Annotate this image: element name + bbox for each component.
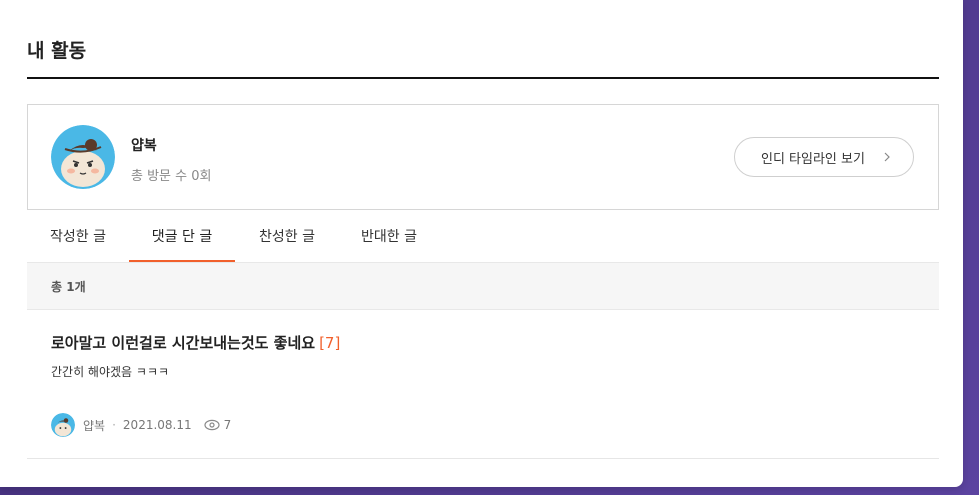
post-title-text: 로아말고 이런걸로 시간보내는것도 좋네요	[51, 334, 316, 352]
page-title: 내 활동	[27, 40, 87, 62]
meta-separator: ·	[112, 418, 116, 432]
post-date: 2021.08.11	[122, 418, 192, 432]
view-timeline-button[interactable]: 인디 타임라인 보기	[734, 137, 914, 177]
visit-count: 총 방문 수 0회	[131, 169, 212, 184]
post-meta: 얍복 · 2021.08.11 7	[51, 413, 231, 437]
total-count: 총 1개	[51, 280, 86, 294]
post-title[interactable]: 로아말고 이런걸로 시간보내는것도 좋네요 [7]	[51, 332, 340, 353]
tab-commented-posts[interactable]: 댓글 단 글	[129, 212, 235, 262]
activity-panel: 내 활동 얍복 총 방문 수 0회 인디 타임라인 보기 작성한 글 댓글 단 …	[0, 0, 963, 487]
tab-written-posts[interactable]: 작성한 글	[27, 212, 129, 262]
chevron-right-icon	[884, 152, 890, 162]
profile-card: 얍복 총 방문 수 0회 인디 타임라인 보기	[27, 104, 939, 210]
post-author: 얍복	[83, 418, 106, 433]
profile-nickname: 얍복	[131, 138, 157, 154]
author-avatar	[51, 413, 75, 437]
list-item[interactable]: 로아말고 이런걸로 시간보내는것도 좋네요 [7] 간간히 해야겠음 ㅋㅋㅋ 얍복…	[27, 310, 939, 459]
comment-count: [7]	[319, 334, 341, 352]
post-excerpt: 간간히 해야겠음 ㅋㅋㅋ	[51, 365, 170, 379]
title-divider	[27, 77, 939, 79]
view-count: 7	[223, 418, 232, 432]
eye-icon	[204, 419, 220, 431]
tab-upvoted-posts[interactable]: 찬성한 글	[235, 212, 339, 262]
avatar[interactable]	[51, 125, 115, 189]
summary-bar: 총 1개	[27, 262, 939, 310]
view-timeline-label: 인디 타임라인 보기	[761, 151, 865, 167]
activity-tabs: 작성한 글 댓글 단 글 찬성한 글 반대한 글	[27, 212, 939, 262]
tab-downvoted-posts[interactable]: 반대한 글	[339, 212, 439, 262]
